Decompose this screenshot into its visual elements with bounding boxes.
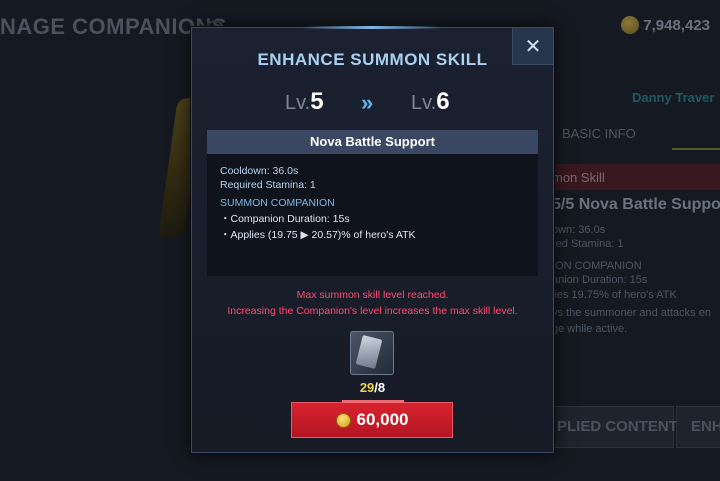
level-change: Lv.5 » Lv.6 (192, 88, 553, 124)
skill-cooldown: Cooldown: 36.0s (220, 165, 299, 177)
current-level-value: 5 (310, 88, 324, 115)
level-prefix: Lv. (411, 92, 437, 114)
section-bar-label: mon Skill (552, 170, 605, 185)
background-line: lies 19.75% of hero's ATK (552, 289, 677, 301)
close-icon: ✕ (524, 35, 542, 58)
material-owned: 29 (359, 380, 375, 395)
enhance-purchase-button[interactable]: 60,000 (291, 400, 453, 438)
skill-details: Cooldown: 36.0s Required Stamina: 1 SUMM… (207, 154, 538, 276)
close-button[interactable]: ✕ (512, 28, 553, 65)
skill-name: Nova Battle Support (207, 130, 538, 154)
skill-card-image (355, 335, 383, 369)
skill-stamina: Required Stamina: 1 (220, 179, 316, 191)
tab-underline (672, 148, 720, 150)
skill-card-icon (350, 331, 394, 375)
dialog-top-glow (302, 26, 442, 29)
double-chevron-right-icon: » (361, 90, 374, 115)
next-level-value: 6 (436, 88, 450, 115)
material-required: 8 (377, 380, 386, 395)
dialog-title: ENHANCE SUMMON SKILL (257, 50, 488, 69)
background-line: ge while active. (552, 323, 628, 335)
enhance-label-bg: ENH (691, 418, 720, 435)
applied-content-label: PLIED CONTENT (557, 418, 678, 435)
material-count: 29/8 (192, 380, 553, 395)
atk-scaling: ・Applies (19.75 ▶ 20.57)% of hero's ATK (220, 229, 416, 241)
next-level: Lv.6 (411, 88, 450, 116)
hero-name: Danny Traver (632, 90, 715, 105)
skill-section-title: SUMMON COMPANION (220, 197, 335, 209)
level-prefix: Lv. (285, 92, 311, 114)
companion-duration: ・Companion Duration: 15s (220, 213, 350, 225)
background-line: vs the summoner and attacks en (552, 307, 711, 319)
background-line: own: 36.0s (552, 224, 606, 236)
max-level-warning: Max summon skill level reached. (296, 289, 449, 301)
background-line: ION COMPANION (552, 260, 642, 272)
enhance-button-bg: ENH (676, 406, 720, 448)
background-line: anion Duration: 15s (552, 274, 648, 286)
gold-coin-icon (335, 412, 351, 428)
button-top-accent (342, 400, 404, 403)
max-level-hint: Increasing the Companion's level increas… (227, 305, 518, 317)
enhance-summon-skill-dialog: ENHANCE SUMMON SKILL ✕ Lv.5 » Lv.6 Nova … (191, 26, 554, 453)
current-level: Lv.5 (285, 88, 324, 116)
background-line: red Stamina: 1 (552, 238, 624, 250)
tab-basic-info: BASIC INFO (562, 126, 636, 141)
price-value: 60,000 (356, 410, 409, 429)
background-skill-title: 5/5 Nova Battle Suppo (552, 196, 720, 213)
